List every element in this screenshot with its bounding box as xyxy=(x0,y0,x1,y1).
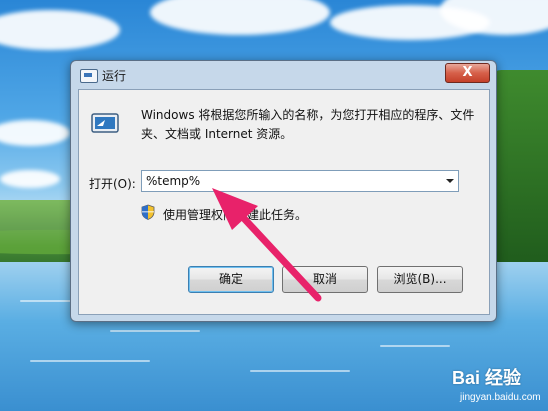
dialog-description: Windows 将根据您所输入的名称，为您打开相应的程序、文件夹、文档或 Int… xyxy=(141,108,475,141)
dropdown-arrow-icon[interactable] xyxy=(446,179,454,183)
open-label: 打开(O): xyxy=(89,177,136,191)
cancel-button[interactable]: 取消 xyxy=(282,266,368,293)
baidu-watermark: Bai 经验 xyxy=(452,368,522,388)
jingyan-watermark: jingyan.baidu.com xyxy=(460,392,541,403)
run-icon xyxy=(91,113,119,133)
dialog-title: 运行 xyxy=(102,69,127,83)
dialog-body: Windows 将根据您所输入的名称，为您打开相应的程序、文件夹、文档或 Int… xyxy=(78,89,490,315)
close-icon: X xyxy=(462,65,473,80)
admin-privilege-note: 使用管理权限创建此任务。 xyxy=(163,208,308,222)
ok-button[interactable]: 确定 xyxy=(188,266,274,293)
run-window-icon xyxy=(80,69,98,83)
title-bar[interactable]: 运行 X xyxy=(71,61,496,89)
command-value: %temp% xyxy=(146,174,201,188)
command-input[interactable]: %temp% xyxy=(141,170,459,192)
shield-icon xyxy=(141,204,155,220)
browse-button[interactable]: 浏览(B)... xyxy=(377,266,463,293)
close-button[interactable]: X xyxy=(445,63,490,83)
run-dialog: 运行 X Windows 将根据您所输入的名称，为您打开相应的程序、文件夹、文档… xyxy=(70,60,497,322)
